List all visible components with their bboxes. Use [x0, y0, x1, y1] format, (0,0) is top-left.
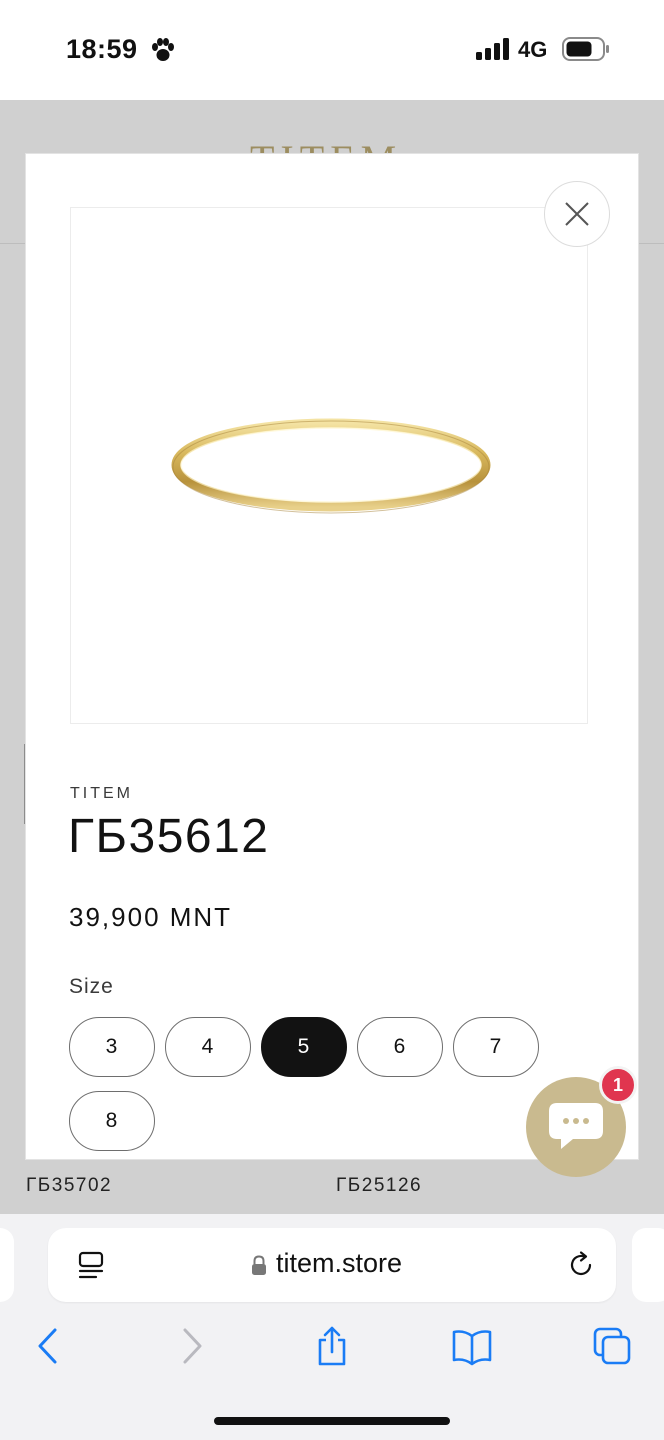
forward-icon[interactable] — [172, 1326, 212, 1366]
size-option[interactable]: 6 — [357, 1017, 443, 1077]
url-text[interactable]: titem.store — [276, 1248, 402, 1279]
product-title: ГБ35612 — [68, 810, 270, 863]
size-options: 3 4 5 6 7 8 — [69, 1017, 559, 1151]
status-bar: 18:59 4G — [0, 0, 664, 100]
paw-icon — [152, 38, 174, 61]
tabs-icon[interactable] — [592, 1326, 632, 1366]
size-option[interactable]: 7 — [453, 1017, 539, 1077]
battery-icon — [562, 37, 609, 61]
size-option[interactable]: 3 — [69, 1017, 155, 1077]
reload-icon[interactable] — [566, 1250, 596, 1280]
background-product-name: ГБ35702 — [26, 1175, 113, 1196]
bookmarks-icon[interactable] — [452, 1326, 492, 1366]
address-bar[interactable]: titem.store — [48, 1228, 616, 1302]
close-icon — [565, 202, 589, 226]
previous-tab-card[interactable] — [0, 1228, 14, 1302]
size-label: Size — [69, 975, 114, 998]
background-product-name: ГБ25126 — [336, 1175, 423, 1196]
network-type: 4G — [518, 37, 548, 62]
share-icon[interactable] — [312, 1326, 352, 1366]
cellular-signal-icon — [476, 38, 509, 60]
product-image — [70, 207, 588, 724]
home-indicator — [214, 1417, 450, 1425]
back-icon[interactable] — [28, 1326, 68, 1366]
page-menu-icon[interactable] — [76, 1250, 106, 1280]
browser-toolbar — [0, 1314, 664, 1378]
close-button[interactable] — [544, 181, 610, 247]
next-tab-card[interactable] — [632, 1228, 664, 1302]
product-price: 39,900 MNT — [69, 902, 233, 932]
size-option-selected[interactable]: 5 — [261, 1017, 347, 1077]
product-vendor: TITEM — [70, 785, 133, 802]
quick-view-modal: TITEM ГБ35612 39,900 MNT Size 3 4 5 6 7 … — [26, 154, 638, 1159]
status-time: 18:59 — [66, 34, 138, 64]
size-option[interactable]: 8 — [69, 1091, 155, 1151]
chat-bubble-icon — [549, 1103, 603, 1149]
chat-notification-badge: 1 — [599, 1066, 637, 1104]
size-option[interactable]: 4 — [165, 1017, 251, 1077]
lock-icon — [252, 1255, 266, 1275]
gold-ring-image — [171, 418, 491, 514]
